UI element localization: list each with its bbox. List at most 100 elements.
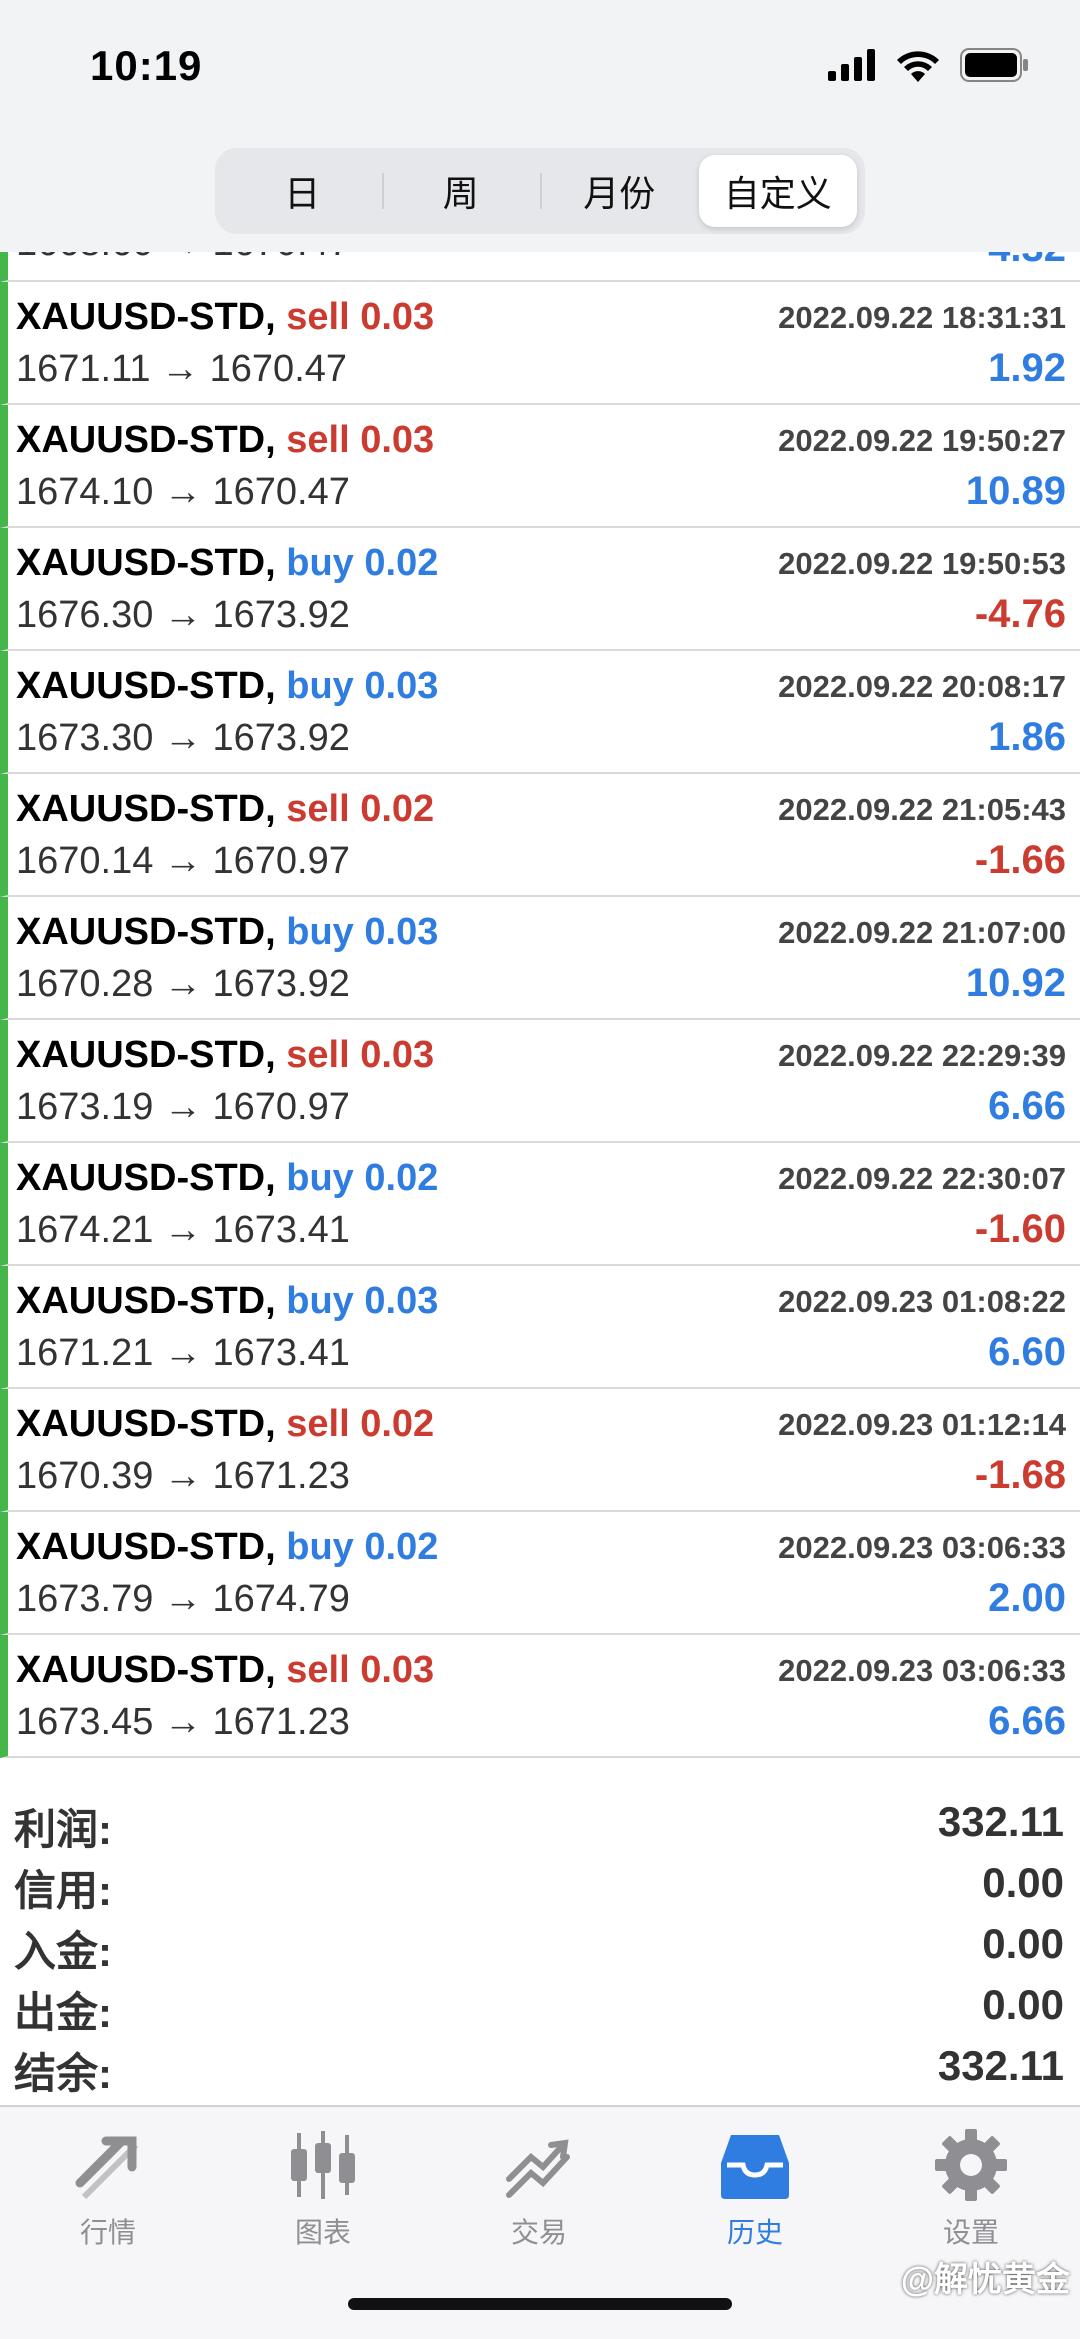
trade-side: buy [286, 1157, 354, 1199]
trade-volume: 0.02 [360, 788, 435, 830]
history-icon [675, 2125, 835, 2205]
trade-row[interactable]: XAUUSD-STD, buy 0.03 2022.09.22 20:08:17 1… [0, 651, 1080, 774]
trade-prices: 1670.39 → 1671.23 [16, 1455, 350, 1497]
trade-prices: 1673.79 → 1674.79 [16, 1578, 350, 1620]
trade-prices: 1668.60 → 1670.47 [16, 252, 350, 265]
trade-side: sell [286, 1649, 350, 1691]
trade-row[interactable]: XAUUSD-STD, sell 0.03 2022.09.22 22:29:39… [0, 1020, 1080, 1143]
trade-symbol: XAUUSD-STD, [16, 665, 276, 707]
trade-profit: 1.86 [988, 715, 1066, 759]
trade-volume: 0.02 [364, 542, 439, 584]
summary-row: 出金: 0.00 [0, 1973, 1080, 2036]
tab-trade[interactable]: 交易 [459, 2125, 619, 2251]
trade-profit: 10.92 [965, 961, 1066, 1005]
trade-profit: -1.68 [974, 1453, 1066, 1497]
trade-volume: 0.03 [360, 419, 435, 461]
trade-row[interactable]: XAUUSD-STD, buy 0.02 2022.09.23 03:06:33 1… [0, 1512, 1080, 1635]
tab-quotes[interactable]: 行情 [28, 2125, 188, 2251]
tab-chart[interactable]: 图表 [243, 2125, 403, 2251]
trade-side: buy [286, 1526, 354, 1568]
chart-icon [243, 2125, 403, 2205]
tab-label: 行情 [79, 2217, 136, 2248]
trade-title: XAUUSD-STD, sell 0.03 [16, 296, 434, 339]
trade-volume: 0.02 [360, 1403, 435, 1445]
trade-row[interactable]: XAUUSD-STD, sell 0.02 2022.09.22 21:05:43… [0, 774, 1080, 897]
trade-row[interactable]: XAUUSD-STD, sell 0.03 2022.09.23 03:06:33… [0, 1635, 1080, 1758]
summary-label: 结余: [14, 2050, 112, 2097]
tab-history[interactable]: 历史 [675, 2125, 835, 2251]
trade-prices: 1670.14 → 1670.97 [16, 840, 350, 882]
trade-datetime: 2022.09.22 19:50:27 [778, 423, 1066, 458]
battery-icon [960, 48, 1028, 82]
period-filter-bar: 日周月份 自定义 [0, 140, 1080, 252]
trade-row-partial[interactable]: 1668.60 → 1670.47 4.32 [0, 252, 1080, 282]
trade-prices: 1671.11 → 1670.47 [16, 348, 348, 390]
trade-title: XAUUSD-STD, sell 0.03 [16, 419, 434, 462]
trade-prices: 1673.30 → 1673.92 [16, 717, 350, 759]
trade-datetime: 2022.09.22 18:31:31 [778, 300, 1066, 335]
trade-datetime: 2022.09.23 01:08:22 [778, 1284, 1066, 1319]
tab-settings[interactable]: 设置 [891, 2125, 1051, 2251]
trade-profit: 1.92 [988, 346, 1066, 390]
trade-symbol: XAUUSD-STD, [16, 1649, 276, 1691]
summary-value: 0.00 [982, 1859, 1064, 1906]
trade-symbol: XAUUSD-STD, [16, 911, 276, 953]
trade-profit: 6.66 [988, 1084, 1066, 1128]
trade-symbol: XAUUSD-STD, [16, 296, 276, 338]
trade-datetime: 2022.09.22 19:50:53 [778, 546, 1066, 581]
trade-profit: 4.32 [988, 252, 1066, 271]
trade-profit: 6.60 [988, 1330, 1066, 1374]
quotes-icon [28, 2125, 188, 2205]
trade-symbol: XAUUSD-STD, [16, 1526, 276, 1568]
trade-row[interactable]: XAUUSD-STD, buy 0.03 2022.09.23 01:08:22 1… [0, 1266, 1080, 1389]
trade-prices: 1674.21 → 1673.41 [16, 1209, 350, 1251]
trade-row[interactable]: XAUUSD-STD, sell 0.02 2022.09.23 01:12:14… [0, 1389, 1080, 1512]
trade-prices: 1673.45 → 1671.23 [16, 1701, 350, 1743]
trade-profit: -4.76 [974, 592, 1066, 636]
trade-profit: -1.60 [974, 1207, 1066, 1251]
trade-profit: 10.89 [965, 469, 1066, 513]
tab-label: 设置 [942, 2217, 999, 2248]
trade-symbol: XAUUSD-STD, [16, 1034, 276, 1076]
trade-prices: 1674.10 → 1670.47 [16, 471, 350, 513]
status-time: 10:19 [90, 42, 203, 89]
trade-prices: 1671.21 → 1673.41 [16, 1332, 350, 1374]
trade-row[interactable]: XAUUSD-STD, buy 0.03 2022.09.22 21:07:00 1… [0, 897, 1080, 1020]
trade-prices: 1670.28 → 1673.92 [16, 963, 350, 1005]
trade-datetime: 2022.09.23 03:06:33 [778, 1653, 1066, 1688]
segment-0[interactable]: 日 [223, 155, 382, 227]
trade-prices: 1676.30 → 1673.92 [16, 594, 350, 636]
segment-1[interactable]: 周 [381, 155, 541, 227]
trade-symbol: XAUUSD-STD, [16, 1280, 276, 1322]
trade-volume: 0.02 [364, 1157, 439, 1199]
tab-label: 交易 [510, 2217, 567, 2248]
trade-datetime: 2022.09.22 20:08:17 [778, 669, 1066, 704]
trade-row[interactable]: XAUUSD-STD, sell 0.03 2022.09.22 18:31:31… [0, 282, 1080, 405]
trade-title: XAUUSD-STD, sell 0.03 [16, 1649, 434, 1692]
tab-label: 图表 [294, 2217, 351, 2248]
home-indicator[interactable] [348, 2298, 732, 2310]
trade-side: buy [286, 911, 354, 953]
trade-volume: 0.03 [360, 1649, 435, 1691]
segment-2[interactable]: 月份 [540, 155, 699, 227]
trade-title: XAUUSD-STD, sell 0.02 [16, 788, 434, 831]
trade-profit: -1.66 [974, 838, 1066, 882]
trade-history-list[interactable]: 1668.60 → 1670.47 4.32 XAUUSD-STD, sell … [0, 252, 1080, 1758]
trade-volume: 0.02 [364, 1526, 439, 1568]
summary-value: 0.00 [982, 1981, 1064, 2028]
summary-row: 信用: 0.00 [0, 1851, 1080, 1914]
trade-title: XAUUSD-STD, sell 0.02 [16, 1403, 434, 1446]
trade-datetime: 2022.09.22 22:29:39 [778, 1038, 1066, 1073]
summary-label: 信用: [14, 1867, 112, 1914]
trade-row[interactable]: XAUUSD-STD, buy 0.02 2022.09.22 22:30:07 1… [0, 1143, 1080, 1266]
segment-3[interactable]: 自定义 [698, 155, 857, 227]
trade-datetime: 2022.09.22 21:07:00 [778, 915, 1066, 950]
trade-volume: 0.03 [364, 665, 439, 707]
summary-value: 0.00 [982, 1920, 1064, 1967]
period-segmented-control: 日周月份 自定义 [215, 148, 865, 234]
tab-label: 历史 [726, 2217, 783, 2248]
trade-datetime: 2022.09.22 22:30:07 [778, 1161, 1066, 1196]
trade-row[interactable]: XAUUSD-STD, buy 0.02 2022.09.22 19:50:53 1… [0, 528, 1080, 651]
trade-symbol: XAUUSD-STD, [16, 419, 276, 461]
trade-row[interactable]: XAUUSD-STD, sell 0.03 2022.09.22 19:50:27… [0, 405, 1080, 528]
